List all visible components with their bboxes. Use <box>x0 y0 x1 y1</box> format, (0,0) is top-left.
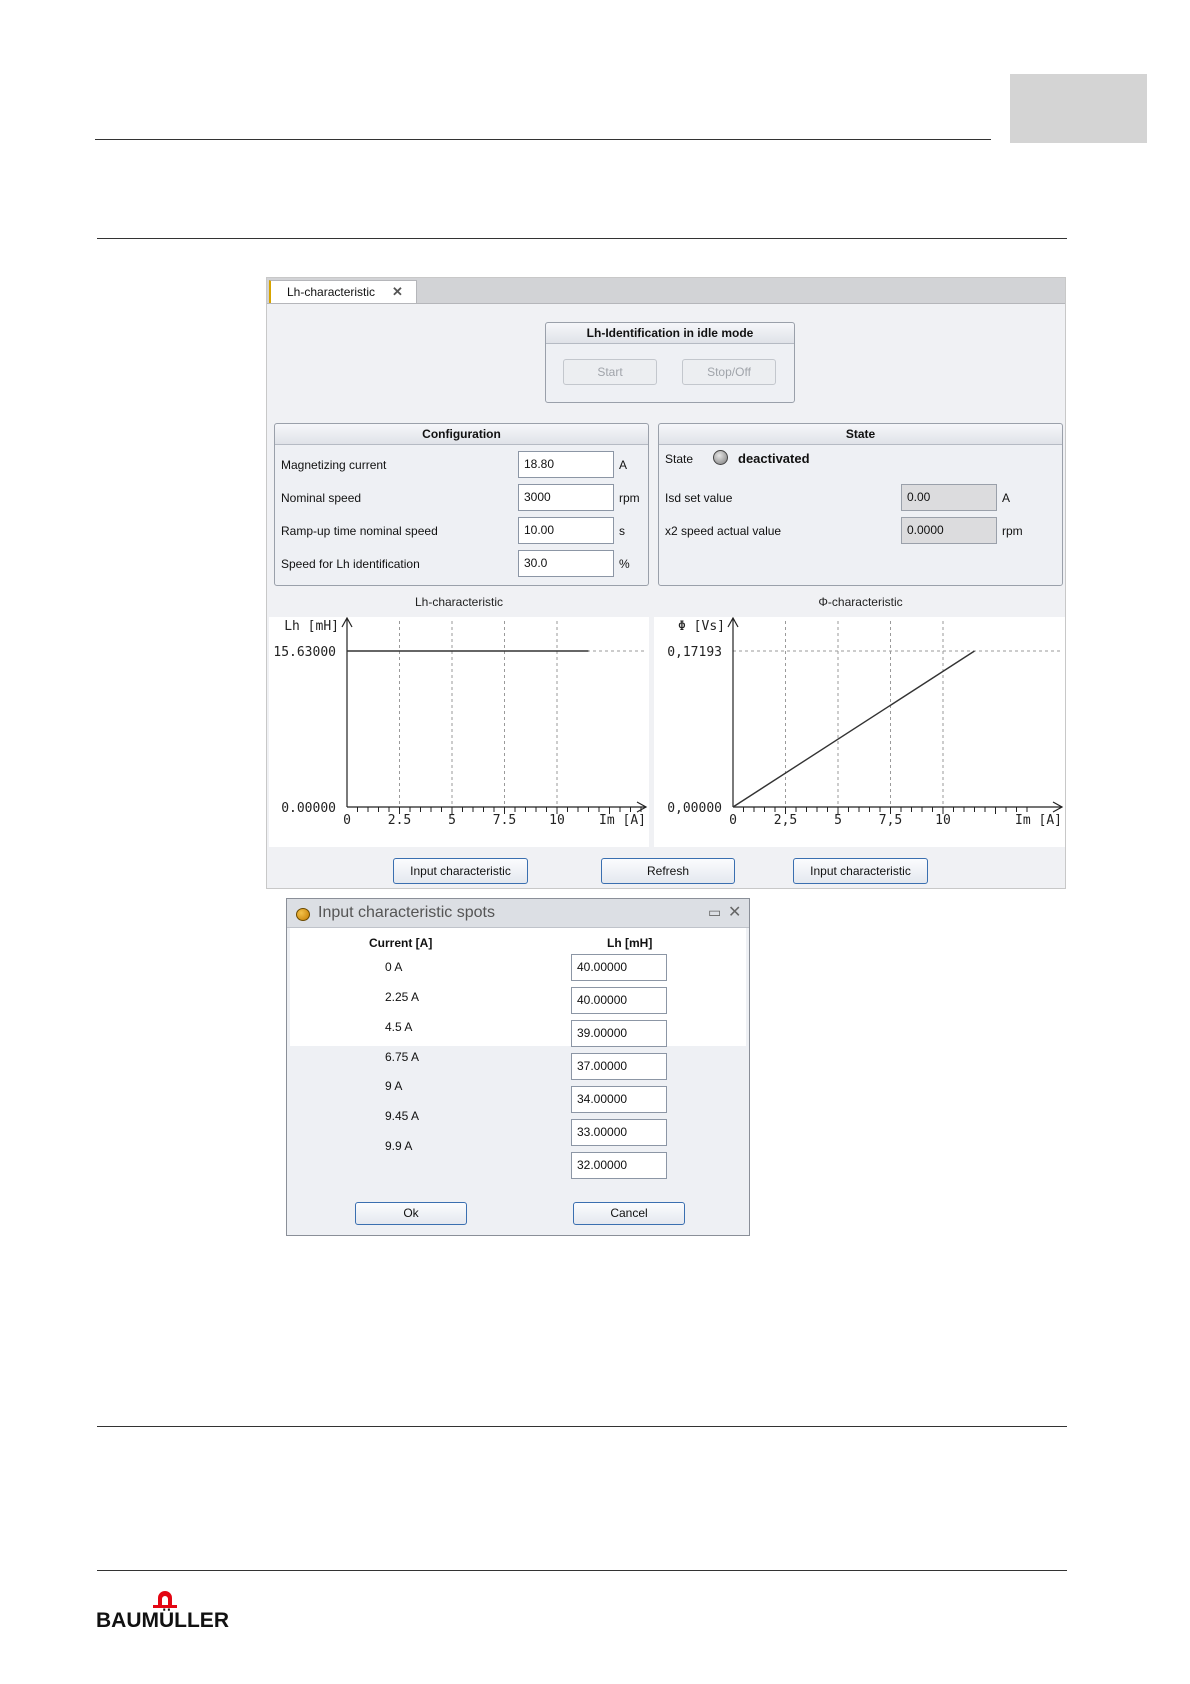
speed-lh-input[interactable]: 30.0 <box>518 550 614 577</box>
lh-characteristic-window: Lh-characteristic ✕ Lh-Identification in… <box>266 277 1066 889</box>
start-button[interactable]: Start <box>563 359 657 385</box>
dialog-title-bar: Input characteristic spots ▭ ✕ <box>287 899 749 928</box>
current-value: 9.9 A <box>385 1139 413 1153</box>
x-tick-label: 2.5 <box>388 813 411 828</box>
state-value: deactivated <box>738 451 810 466</box>
lh-value-input[interactable]: 33.00000 <box>571 1119 667 1146</box>
x-tick-label: 0 <box>343 813 351 828</box>
section-rule-top <box>97 238 1067 239</box>
lh-value-input[interactable]: 37.00000 <box>571 1053 667 1080</box>
phi-chart-title: Φ-characteristic <box>818 595 903 609</box>
x-tick-label: 10 <box>549 813 565 828</box>
configuration-title: Configuration <box>275 424 648 445</box>
lh-chart-title: Lh-characteristic <box>414 595 504 609</box>
state-label: State <box>665 452 694 466</box>
refresh-button[interactable]: Refresh <box>601 858 735 884</box>
footer-rule <box>97 1570 1067 1571</box>
cancel-button[interactable]: Cancel <box>573 1202 685 1225</box>
lh-chart: 0 2.5 5 7.5 10 Lh [mH] Im [A] 15.63000 0.00000 <box>269 617 649 847</box>
isd-set-value-field: 0.00 <box>901 484 997 511</box>
current-value: 4.5 A <box>385 1020 413 1034</box>
current-value: 0 A <box>385 960 403 974</box>
y-top-label: 0,17193 <box>667 645 722 660</box>
close-icon[interactable]: ✕ <box>392 281 403 303</box>
isd-set-value-label: Isd set value <box>665 491 733 505</box>
baumuller-logo: BAUMÜLLER <box>96 1589 246 1634</box>
input-characteristic-right-button[interactable]: Input characteristic <box>793 858 928 884</box>
x-tick-label: 2,5 <box>774 813 797 828</box>
y-top-label: 15.63000 <box>273 645 336 660</box>
x-tick-label: 7.5 <box>493 813 516 828</box>
x2-speed-field: 0.0000 <box>901 517 997 544</box>
config-unit: rpm <box>619 491 640 505</box>
dialog-body-background <box>290 928 746 1046</box>
input-characteristic-spots-dialog: Input characteristic spots ▭ ✕ Current [… <box>286 898 750 1236</box>
logo-text: BAUMÜLLER <box>96 1609 229 1629</box>
y-bottom-label: 0.00000 <box>281 801 336 816</box>
tab-lh-characteristic[interactable]: Lh-characteristic ✕ <box>269 280 417 303</box>
nominal-speed-input[interactable]: 3000 <box>518 484 614 511</box>
phi-chart: 0 2,5 5 7,5 10 Φ [Vs] Im [A] 0,17193 0,00000 <box>654 617 1065 847</box>
x2-speed-label: x2 speed actual value <box>665 524 782 538</box>
state-unit: A <box>1002 491 1011 505</box>
state-unit: rpm <box>1002 524 1023 538</box>
x-tick-label: 7,5 <box>879 813 902 828</box>
y-axis-label: Φ [Vs] <box>678 619 725 634</box>
input-characteristic-left-button[interactable]: Input characteristic <box>393 858 528 884</box>
x-tick-label: 0 <box>729 813 737 828</box>
x-tick-label: 5 <box>834 813 842 828</box>
config-label-ramp-up-time: Ramp-up time nominal speed <box>281 524 438 538</box>
y-axis-label: Lh [mH] <box>284 619 339 634</box>
app-icon <box>296 908 310 921</box>
series-line <box>732 650 975 808</box>
stop-off-button[interactable]: Stop/Off <box>682 359 776 385</box>
x-tick-label: 10 <box>935 813 951 828</box>
tab-label: Lh-characteristic <box>287 285 376 299</box>
ok-button[interactable]: Ok <box>355 1202 467 1225</box>
y-bottom-label: 0,00000 <box>667 801 722 816</box>
current-value: 6.75 A <box>385 1050 420 1064</box>
lh-value-input[interactable]: 40.00000 <box>571 987 667 1014</box>
state-title: State <box>659 424 1062 445</box>
minimize-icon[interactable]: ▭ <box>708 904 721 921</box>
magnetizing-current-input[interactable]: 18.80 <box>518 451 614 478</box>
current-value: 9 A <box>385 1079 403 1093</box>
dialog-title: Input characteristic spots <box>318 904 495 921</box>
x-tick-label: 5 <box>448 813 456 828</box>
current-value: 2.25 A <box>385 990 420 1004</box>
config-unit: A <box>619 458 628 472</box>
close-icon[interactable]: ✕ <box>728 902 741 922</box>
logo-mark-icon: BAUMÜLLER <box>96 1591 229 1632</box>
lh-value-input[interactable]: 40.00000 <box>571 954 667 981</box>
current-value: 9.45 A <box>385 1109 420 1123</box>
lh-column-header: Lh [mH] <box>607 936 653 950</box>
current-column-header: Current [A] <box>369 936 433 950</box>
tab-bar: Lh-characteristic ✕ <box>267 278 1065 304</box>
config-unit: % <box>619 557 630 571</box>
lh-value-input[interactable]: 39.00000 <box>571 1020 667 1047</box>
config-label-speed-lh: Speed for Lh identification <box>281 557 420 571</box>
lh-value-input[interactable]: 34.00000 <box>571 1086 667 1113</box>
header-rule <box>95 139 991 140</box>
config-unit: s <box>619 524 625 538</box>
idle-mode-title: Lh-Identification in idle mode <box>546 323 794 344</box>
x-axis-label: Im [A] <box>599 813 646 828</box>
x-axis-label: Im [A] <box>1015 813 1062 828</box>
config-label-magnetizing-current: Magnetizing current <box>281 458 387 472</box>
ramp-up-time-input[interactable]: 10.00 <box>518 517 614 544</box>
status-led-icon <box>713 450 728 465</box>
chapter-marker <box>1010 74 1147 143</box>
config-label-nominal-speed: Nominal speed <box>281 491 362 505</box>
section-rule-bottom <box>97 1426 1067 1427</box>
lh-value-input[interactable]: 32.00000 <box>571 1152 667 1179</box>
